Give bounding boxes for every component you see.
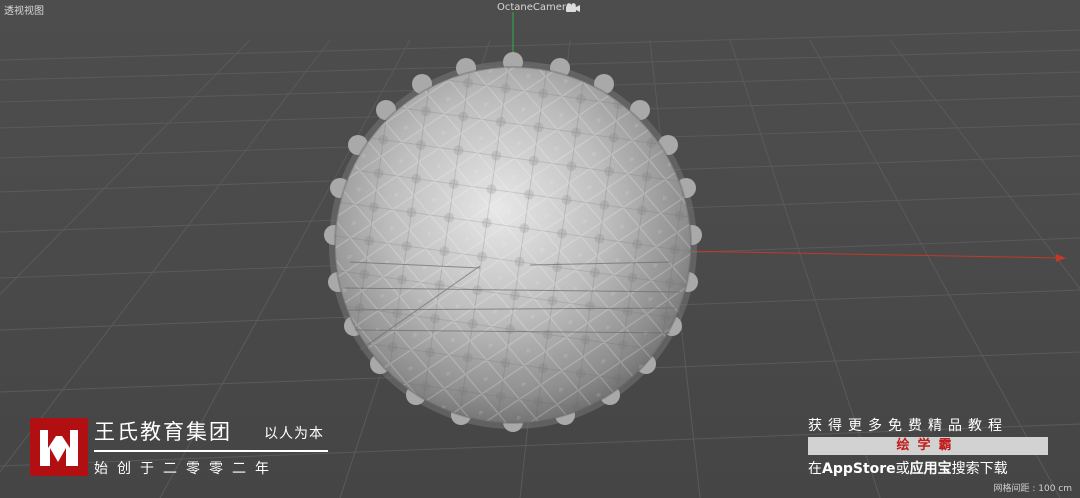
brand-watermark: 王氏教育集团 以人为本 始创于二零零二年 (30, 416, 330, 478)
promo-headline: 获得更多免费精品教程 (808, 418, 1008, 434)
camera-name-label[interactable]: OctaneCamera (497, 2, 572, 13)
brand-divider (94, 450, 328, 452)
brand-tagline: 始创于二零零二年 (94, 461, 278, 477)
promo-suffix: 搜索下载 (951, 461, 1008, 477)
w-logo-icon (30, 418, 88, 476)
promo-download-text: 在AppStore或应用宝搜索下载 (808, 458, 1008, 478)
promo-watermark: 获得更多免费精品教程 绘学霸 在AppStore或应用宝搜索下载 (806, 415, 1056, 479)
promo-app-name: 绘学霸 (896, 438, 960, 453)
3d-viewport[interactable]: 透视视图 OctaneCamera 网格间距 : 100 cm 王氏教育集团 以… (0, 0, 1080, 498)
camera-icon[interactable] (566, 3, 580, 13)
promo-prefix: 在 (808, 461, 822, 477)
view-name-label[interactable]: 透视视图 (4, 2, 44, 17)
grid-spacing-label: 网格间距 : 100 cm (993, 484, 1072, 494)
promo-store: AppStore (822, 461, 896, 477)
brand-name: 王氏教育集团 (94, 420, 232, 444)
x-axis-arrow (1056, 254, 1066, 262)
brand-slogan: 以人为本 (264, 426, 324, 442)
promo-store2: 应用宝 (909, 461, 952, 477)
promo-or: 或 (895, 461, 910, 477)
promo-app-bar: 绘学霸 (808, 437, 1048, 455)
